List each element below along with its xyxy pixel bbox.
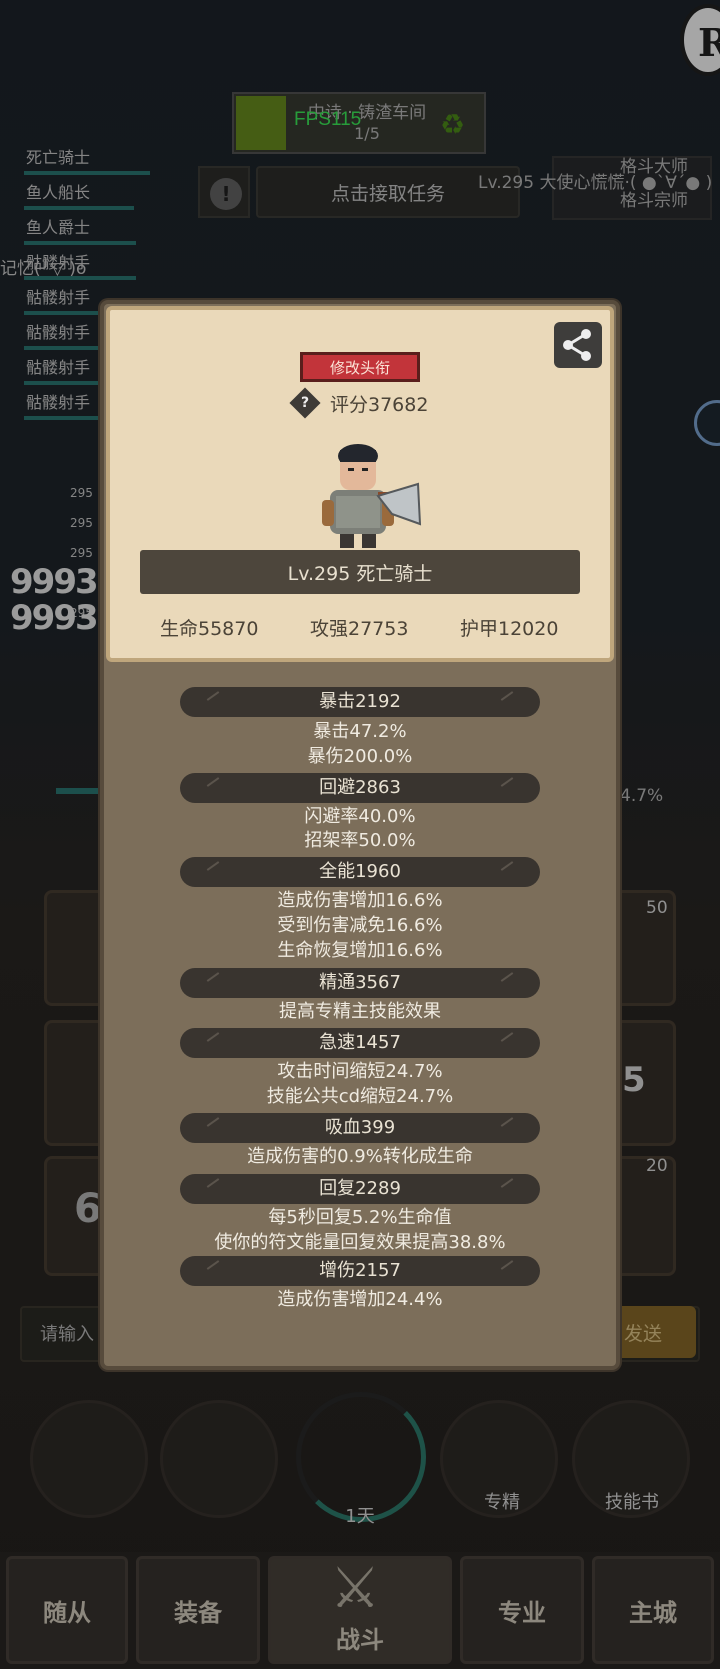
stat-line: 每5秒回复5.2%生命值 bbox=[268, 1207, 452, 1228]
stat-line: 造成伤害的0.9%转化成生命 bbox=[247, 1146, 473, 1167]
stat-line: 技能公共cd缩短24.7% bbox=[266, 1086, 454, 1107]
change-title-button[interactable]: 修改头衔 bbox=[300, 352, 420, 382]
character-avatar bbox=[322, 444, 422, 548]
stat-header-crit: 暴击2192 bbox=[180, 687, 540, 717]
score-label: 评分37682 bbox=[330, 394, 429, 416]
stat-header-avoidance: 回避2863 bbox=[180, 773, 540, 803]
character-name-plate: Lv.295 死亡骑士 bbox=[140, 550, 580, 594]
stat-line: 使你的符文能量回复效果提高38.8% bbox=[214, 1232, 506, 1253]
stat-header-haste: 急速1457 bbox=[180, 1028, 540, 1058]
stat-line: 受到伤害减免16.6% bbox=[277, 915, 443, 936]
share-button[interactable] bbox=[554, 322, 602, 368]
stat-header-leech: 吸血399 bbox=[180, 1113, 540, 1143]
attack-stat: 攻强27753 bbox=[310, 618, 409, 640]
stat-line: 造成伤害增加16.6% bbox=[277, 890, 443, 911]
stat-line: 攻击时间缩短24.7% bbox=[277, 1061, 443, 1082]
stat-line: 暴击47.2% bbox=[313, 721, 407, 742]
stat-line: 造成伤害增加24.4% bbox=[277, 1289, 443, 1310]
help-icon-glyph: ? bbox=[300, 395, 310, 411]
stat-line: 闪避率40.0% bbox=[304, 806, 416, 827]
hp-stat: 生命55870 bbox=[160, 618, 259, 640]
armor-stat: 护甲12020 bbox=[460, 618, 559, 640]
stat-header-recovery: 回复2289 bbox=[180, 1174, 540, 1204]
share-icon bbox=[563, 329, 591, 361]
stat-header-damage-increase: 增伤2157 bbox=[180, 1256, 540, 1286]
stat-line: 生命恢复增加16.6% bbox=[277, 940, 443, 961]
stat-line: 暴伤200.0% bbox=[307, 746, 413, 767]
stat-header-mastery: 精通3567 bbox=[180, 968, 540, 998]
stat-line: 提高专精主技能效果 bbox=[279, 1001, 441, 1022]
stat-header-versatility: 全能1960 bbox=[180, 857, 540, 887]
stat-line: 招架率50.0% bbox=[304, 830, 416, 851]
